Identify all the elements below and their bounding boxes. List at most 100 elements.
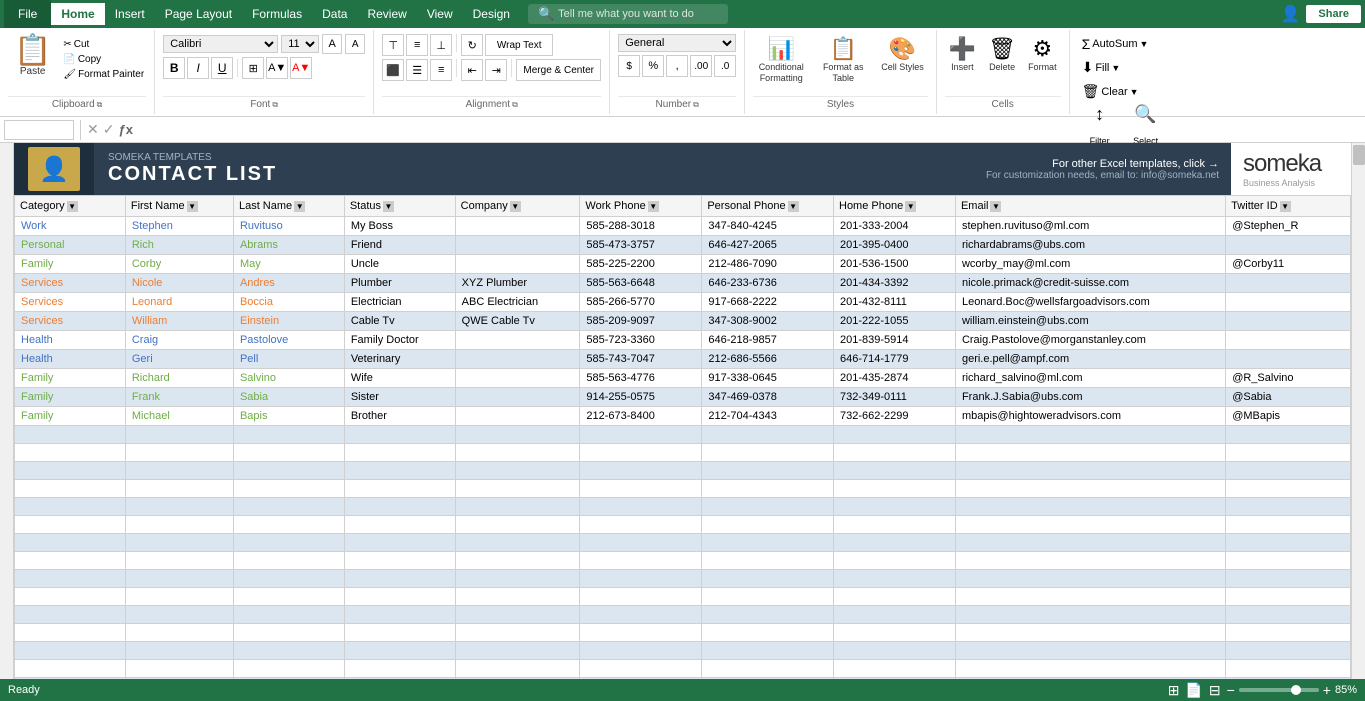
- format-as-table-button[interactable]: 📋 Format as Table: [815, 34, 871, 86]
- confirm-formula-icon[interactable]: ✓: [103, 121, 115, 138]
- align-right-button[interactable]: ≡: [430, 59, 452, 81]
- font-size-select[interactable]: 11: [281, 35, 319, 53]
- alignment-expand-icon[interactable]: ⧉: [512, 100, 518, 110]
- cut-button[interactable]: ✂ Cut: [61, 38, 146, 51]
- filter-category-icon[interactable]: ▼: [67, 201, 78, 212]
- format-button[interactable]: ⚙ Format: [1024, 34, 1061, 74]
- increase-font-button[interactable]: A: [322, 34, 342, 54]
- function-icon[interactable]: ƒx: [118, 122, 132, 137]
- accounting-button[interactable]: $: [618, 55, 640, 77]
- table-row[interactable]: Family Richard Salvino Wife 585-563-4776…: [15, 369, 1351, 388]
- col-category: Category▼: [15, 196, 126, 217]
- decrease-indent-button[interactable]: ⇤: [461, 59, 483, 81]
- decrease-font-button[interactable]: A: [345, 34, 365, 54]
- name-box[interactable]: J59: [4, 120, 74, 140]
- cancel-formula-icon[interactable]: ✕: [87, 121, 99, 138]
- menu-insert[interactable]: Insert: [105, 3, 155, 25]
- table-row[interactable]: Personal Rich Abrams Friend 585-473-3757…: [15, 236, 1351, 255]
- bold-button[interactable]: B: [163, 57, 185, 79]
- insert-button[interactable]: ➕ Insert: [945, 34, 980, 74]
- delete-button[interactable]: 🗑 Delete: [984, 34, 1020, 74]
- fill-color-button[interactable]: A▼: [266, 57, 288, 79]
- align-top-button[interactable]: ⊤: [382, 34, 404, 56]
- copy-button[interactable]: 📄 Copy: [61, 53, 146, 66]
- menu-data[interactable]: Data: [312, 3, 357, 25]
- menu-formulas[interactable]: Formulas: [242, 3, 312, 25]
- col-home-phone: Home Phone▼: [834, 196, 956, 217]
- merge-center-button[interactable]: Merge & Center: [516, 59, 601, 81]
- clear-button[interactable]: 🗑 Clear ▼: [1078, 81, 1168, 102]
- menu-review[interactable]: Review: [357, 3, 416, 25]
- fill-button[interactable]: ⬇ Fill ▼: [1078, 57, 1168, 78]
- cell-styles-button[interactable]: 🎨 Cell Styles: [877, 34, 928, 75]
- normal-view-button[interactable]: ⊞: [1168, 682, 1180, 699]
- align-middle-button[interactable]: ≡: [406, 34, 428, 56]
- menu-view[interactable]: View: [417, 3, 463, 25]
- table-row[interactable]: Health Craig Pastolove Family Doctor 585…: [15, 331, 1351, 350]
- zoom-minus[interactable]: −: [1227, 682, 1235, 698]
- font-color-button[interactable]: A▼: [290, 57, 312, 79]
- table-row[interactable]: Services William Einstein Cable Tv QWE C…: [15, 312, 1351, 331]
- page-break-view-button[interactable]: ⊟: [1209, 682, 1221, 699]
- right-scrollbar[interactable]: [1351, 143, 1365, 679]
- conditional-formatting-button[interactable]: 📊 Conditional Formatting: [753, 34, 809, 86]
- left-scrollbar[interactable]: [0, 143, 14, 679]
- search-bar[interactable]: 🔍 Tell me what you want to do: [528, 4, 728, 24]
- filter-email-icon[interactable]: ▼: [990, 201, 1001, 212]
- col-status: Status▼: [344, 196, 455, 217]
- clipboard-group: 📋 Paste ✂ Cut 📄 Copy 🖌 Format Painter: [0, 30, 155, 114]
- share-button[interactable]: Share: [1306, 5, 1361, 23]
- autosum-button[interactable]: Σ AutoSum ▼: [1078, 34, 1168, 54]
- border-button[interactable]: ⊞: [242, 57, 264, 79]
- page-layout-view-button[interactable]: 📄: [1185, 682, 1202, 699]
- filter-firstname-icon[interactable]: ▼: [187, 201, 198, 212]
- menu-home[interactable]: Home: [51, 3, 104, 25]
- increase-decimal-button[interactable]: .00: [690, 55, 712, 77]
- wrap-text-button[interactable]: Wrap Text: [485, 34, 553, 56]
- file-menu-btn[interactable]: File: [4, 0, 51, 28]
- filter-workphone-icon[interactable]: ▼: [648, 201, 659, 212]
- text-direction-button[interactable]: ↻: [461, 34, 483, 56]
- font-name-select[interactable]: Calibri: [163, 35, 278, 53]
- filter-twitter-icon[interactable]: ▼: [1280, 201, 1291, 212]
- menu-design[interactable]: Design: [463, 3, 520, 25]
- table-row[interactable]: Services Leonard Boccia Electrician ABC …: [15, 293, 1351, 312]
- table-row: [15, 534, 1351, 552]
- align-center-button[interactable]: ☰: [406, 59, 428, 81]
- filter-homephone-icon[interactable]: ▼: [905, 201, 916, 212]
- copy-label: Copy: [78, 54, 101, 65]
- align-left-button[interactable]: ⬛: [382, 59, 404, 81]
- comma-button[interactable]: ,: [666, 55, 688, 77]
- fill-label: Fill: [1095, 62, 1109, 74]
- filter-lastname-icon[interactable]: ▼: [294, 201, 305, 212]
- underline-button[interactable]: U: [211, 57, 233, 79]
- zoom-plus[interactable]: +: [1323, 682, 1331, 698]
- table-row[interactable]: Family Corby May Uncle 585-225-2200 212-…: [15, 255, 1351, 274]
- table-row[interactable]: Family Frank Sabia Sister 914-255-0575 3…: [15, 388, 1351, 407]
- number-expand-icon[interactable]: ⧉: [693, 100, 699, 110]
- table-container[interactable]: Category▼ First Name▼ Last Name▼ Status▼: [14, 195, 1351, 679]
- number-format-select[interactable]: General: [618, 34, 736, 52]
- table-row[interactable]: Health Geri Pell Veterinary 585-743-7047…: [15, 350, 1351, 369]
- font-expand-icon[interactable]: ⧉: [272, 100, 278, 110]
- table-row: [15, 624, 1351, 642]
- table-row[interactable]: Work Stephen Ruvituso My Boss 585-288-30…: [15, 217, 1351, 236]
- filter-personalphone-icon[interactable]: ▼: [788, 201, 799, 212]
- zoom-slider[interactable]: [1239, 688, 1319, 692]
- italic-button[interactable]: I: [187, 57, 209, 79]
- menu-page-layout[interactable]: Page Layout: [155, 3, 242, 25]
- filter-status-icon[interactable]: ▼: [383, 201, 394, 212]
- formula-input[interactable]: [137, 123, 1361, 137]
- increase-indent-button[interactable]: ⇥: [485, 59, 507, 81]
- decrease-decimal-button[interactable]: .0: [714, 55, 736, 77]
- format-painter-button[interactable]: 🖌 Format Painter: [61, 68, 146, 81]
- percent-button[interactable]: %: [642, 55, 664, 77]
- paste-button[interactable]: 📋 Paste: [8, 34, 57, 79]
- font-group: Calibri 11 A A B I U ⊞ A▼ A▼: [155, 30, 374, 114]
- table-row[interactable]: Services Nicole Andres Plumber XYZ Plumb…: [15, 274, 1351, 293]
- menu-items: Home Insert Page Layout Formulas Data Re…: [51, 3, 520, 25]
- clipboard-expand-icon[interactable]: ⧉: [97, 100, 103, 110]
- align-bottom-button[interactable]: ⊥: [430, 34, 452, 56]
- filter-company-icon[interactable]: ▼: [510, 201, 521, 212]
- table-row[interactable]: Family Michael Bapis Brother 212-673-840…: [15, 407, 1351, 426]
